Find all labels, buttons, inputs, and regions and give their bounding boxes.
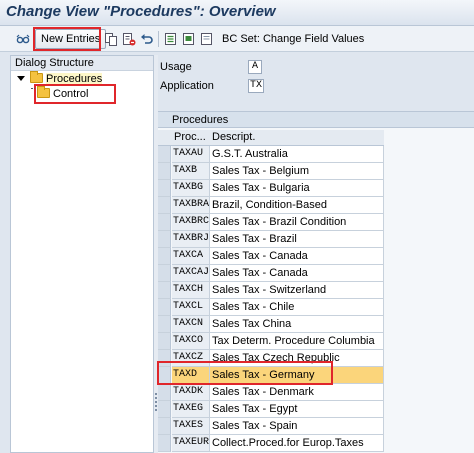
description-cell: G.S.T. Australia (210, 146, 384, 163)
table-row[interactable]: TAXB Sales Tax - Belgium (158, 163, 384, 180)
description-cell: Sales Tax - Egypt (210, 401, 384, 418)
row-selector[interactable] (158, 316, 171, 333)
dialog-structure-panel: Dialog Structure Procedures Control (10, 55, 154, 453)
description-cell: Sales Tax - Denmark (210, 384, 384, 401)
row-selector[interactable] (158, 197, 171, 214)
description-cell: Sales Tax - Brazil (210, 231, 384, 248)
procedure-code-cell: TAXDK (172, 384, 210, 401)
procedures-table-panel: Procedures Proc... Descript. TAXAU G.S.T.… (157, 111, 474, 453)
procedure-code-cell: TAXBRC (172, 214, 210, 231)
description-cell: Sales Tax - Spain (210, 418, 384, 435)
procedure-code-cell: TAXCH (172, 282, 210, 299)
column-header-description[interactable]: Descript. (212, 131, 255, 143)
row-selector[interactable] (158, 265, 171, 282)
table-row[interactable]: TAXCO Tax Determ. Procedure Columbia (158, 333, 384, 350)
procedure-code-cell: TAXBG (172, 180, 210, 197)
annotation-box-taxd-row (157, 361, 333, 385)
description-cell: Sales Tax - Chile (210, 299, 384, 316)
copy-icon[interactable] (104, 32, 118, 46)
procedure-code-cell: TAXBRA (172, 197, 210, 214)
table-row[interactable]: TAXCAJ Sales Tax - Canada (158, 265, 384, 282)
procedure-code-cell: TAXCA (172, 248, 210, 265)
procedure-code-cell: TAXCL (172, 299, 210, 316)
procedure-code-cell: TAXB (172, 163, 210, 180)
usage-label: Usage (160, 61, 192, 73)
description-cell: Tax Determ. Procedure Columbia (210, 333, 384, 350)
procedure-code-cell: TAXEG (172, 401, 210, 418)
table-row[interactable]: TAXEUR Collect.Proced.for Europ.Taxes (158, 435, 384, 452)
delete-icon[interactable] (122, 32, 136, 46)
row-selector[interactable] (158, 333, 171, 350)
annotation-box-control (34, 84, 116, 104)
row-selector[interactable] (158, 282, 171, 299)
table-row[interactable]: TAXAU G.S.T. Australia (158, 146, 384, 163)
tree-connector (31, 88, 35, 90)
glasses-icon[interactable] (16, 32, 30, 46)
application-field[interactable]: TX (248, 79, 264, 93)
bc-set-label: BC Set: Change Field Values (222, 33, 365, 45)
undo-icon[interactable] (140, 32, 154, 46)
row-selector[interactable] (158, 384, 171, 401)
table-row[interactable]: TAXBG Sales Tax - Bulgaria (158, 180, 384, 197)
procedure-code-cell: TAXAU (172, 146, 210, 163)
description-cell: Sales Tax - Canada (210, 265, 384, 282)
table-row[interactable]: TAXEG Sales Tax - Egypt (158, 401, 384, 418)
table-row[interactable]: TAXBRA Brazil, Condition-Based (158, 197, 384, 214)
procedure-code-cell: TAXEUR (172, 435, 210, 452)
table-row[interactable]: TAXCH Sales Tax - Switzerland (158, 282, 384, 299)
title-bar: Change View "Procedures": Overview (0, 0, 474, 26)
usage-field[interactable]: A (248, 60, 262, 74)
toolbar: New Entries BC Set: Change Field Values (0, 26, 474, 52)
select-block-icon[interactable] (182, 32, 196, 46)
row-selector[interactable] (158, 214, 171, 231)
splitter-grip[interactable] (155, 393, 157, 411)
table-header: Proc... Descript. (158, 130, 384, 146)
procedure-code-cell: TAXCAJ (172, 265, 210, 282)
table-row[interactable]: TAXCN Sales Tax China (158, 316, 384, 333)
deselect-all-icon[interactable] (200, 32, 214, 46)
main-area: Usage A Application TX Procedures Proc..… (157, 55, 474, 453)
table-row[interactable]: TAXES Sales Tax - Spain (158, 418, 384, 435)
procedure-code-cell: TAXCN (172, 316, 210, 333)
annotation-box-new-entries (33, 27, 101, 51)
description-cell: Sales Tax - Brazil Condition (210, 214, 384, 231)
description-cell: Sales Tax - Switzerland (210, 282, 384, 299)
select-all-icon[interactable] (164, 32, 178, 46)
table-row[interactable]: TAXCA Sales Tax - Canada (158, 248, 384, 265)
table-title: Procedures (158, 112, 474, 128)
table-row[interactable]: TAXCL Sales Tax - Chile (158, 299, 384, 316)
row-selector[interactable] (158, 435, 171, 452)
row-selector[interactable] (158, 299, 171, 316)
description-cell: Sales Tax - Belgium (210, 163, 384, 180)
description-cell: Sales Tax China (210, 316, 384, 333)
page-title: Change View "Procedures": Overview (6, 3, 276, 20)
table-row[interactable]: TAXBRJ Sales Tax - Brazil (158, 231, 384, 248)
bc-set-button[interactable]: BC Set: Change Field Values (222, 33, 364, 45)
row-selector[interactable] (158, 180, 171, 197)
procedure-code-cell: TAXCO (172, 333, 210, 350)
description-cell: Sales Tax - Bulgaria (210, 180, 384, 197)
application-label: Application (160, 80, 214, 92)
row-selector[interactable] (158, 401, 171, 418)
row-selector[interactable] (158, 146, 171, 163)
row-selector[interactable] (158, 418, 171, 435)
column-header-procedure[interactable]: Proc... (174, 131, 206, 143)
description-cell: Brazil, Condition-Based (210, 197, 384, 214)
description-cell: Collect.Proced.for Europ.Taxes (210, 435, 384, 452)
toolbar-separator (158, 31, 159, 47)
row-selector[interactable] (158, 231, 171, 248)
table-row[interactable]: TAXBRC Sales Tax - Brazil Condition (158, 214, 384, 231)
table-row[interactable]: TAXDK Sales Tax - Denmark (158, 384, 384, 401)
procedure-code-cell: TAXBRJ (172, 231, 210, 248)
row-selector[interactable] (158, 248, 171, 265)
procedure-code-cell: TAXES (172, 418, 210, 435)
row-selector[interactable] (158, 163, 171, 180)
dialog-structure-header: Dialog Structure (11, 56, 153, 71)
folder-open-icon (30, 71, 43, 83)
description-cell: Sales Tax - Canada (210, 248, 384, 265)
expand-arrow-icon[interactable] (17, 76, 25, 81)
